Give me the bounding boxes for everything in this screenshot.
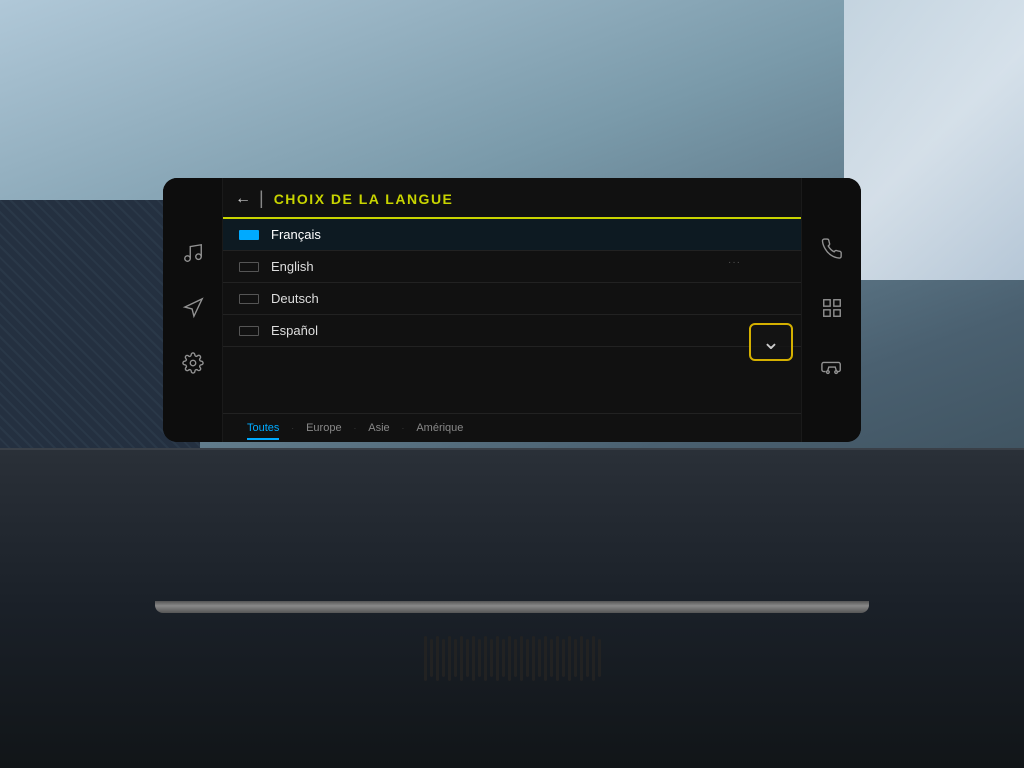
vent-bar [430, 639, 433, 677]
vent-bar [478, 639, 481, 677]
vent-bar [586, 639, 589, 677]
vent-bar [568, 636, 571, 681]
vent-bar [502, 639, 505, 677]
scroll-down-button[interactable]: ⌄ [749, 323, 793, 361]
navigation-icon[interactable] [182, 297, 204, 324]
scroll-dots: ··· [728, 257, 741, 268]
tab-separator: · [291, 424, 294, 433]
vent-bar [574, 639, 577, 677]
left-icons-panel [163, 178, 223, 442]
music-icon[interactable] [182, 242, 204, 269]
list-item[interactable]: English [223, 251, 801, 283]
vent-bar [532, 636, 535, 681]
phone-icon[interactable] [821, 238, 843, 265]
lang-label: English [271, 259, 785, 274]
vent-bar [598, 639, 601, 677]
vent-bar [442, 639, 445, 677]
lang-label: Français [271, 227, 785, 242]
vent-bar [490, 639, 493, 677]
vent-bar [520, 636, 523, 681]
tab-europe[interactable]: Europe [298, 420, 349, 436]
tab-asie[interactable]: Asie [360, 420, 397, 436]
header-bar: ← | CHOIX DE LA LANGUE [223, 178, 801, 219]
main-content: ← | CHOIX DE LA LANGUE ⌃ Français Englis… [223, 178, 801, 442]
lang-label: Español [271, 323, 785, 338]
vent-bar [544, 636, 547, 681]
vent-bar [484, 636, 487, 681]
vent-bar [550, 639, 553, 677]
scene: ← | CHOIX DE LA LANGUE ⌃ Français Englis… [0, 0, 1024, 768]
tab-amerique[interactable]: Amérique [408, 420, 471, 436]
lang-selected-indicator [239, 230, 259, 240]
tab-toutes[interactable]: Toutes [239, 420, 287, 436]
vent-bar [436, 636, 439, 681]
language-list: ⌃ Français English Deutsch Español [223, 219, 801, 413]
screen-frame: ← | CHOIX DE LA LANGUE ⌃ Français Englis… [163, 178, 861, 442]
page-title: CHOIX DE LA LANGUE [274, 191, 454, 207]
lang-unselected-indicator [239, 262, 259, 272]
header-divider: | [259, 188, 264, 209]
right-icons-panel [801, 178, 861, 442]
vent-bar [592, 636, 595, 681]
apps-icon[interactable] [821, 297, 843, 324]
bottom-tabs: Toutes · Europe · Asie · Amérique [223, 413, 801, 442]
lang-unselected-indicator [239, 294, 259, 304]
list-item[interactable]: Deutsch [223, 283, 801, 315]
lang-label: Deutsch [271, 291, 785, 306]
lang-unselected-indicator [239, 326, 259, 336]
list-item[interactable]: Français [223, 219, 801, 251]
vent-bar [448, 636, 451, 681]
vent-bar [556, 636, 559, 681]
vent-bar [538, 639, 541, 677]
bottom-vents [312, 628, 712, 688]
chevron-down-icon: ⌄ [762, 331, 780, 353]
car-icon[interactable] [821, 356, 843, 383]
right-window [844, 0, 1024, 280]
vent-bar [562, 639, 565, 677]
tab-separator: · [402, 424, 405, 433]
vent-bar [580, 636, 583, 681]
vent-bar [454, 639, 457, 677]
vent-bar [526, 639, 529, 677]
back-button[interactable]: ← [235, 190, 251, 208]
vent-bar [496, 636, 499, 681]
list-item[interactable]: Español [223, 315, 801, 347]
vent-bar [472, 636, 475, 681]
vent-bar [460, 636, 463, 681]
screen-bottom-trim [155, 601, 869, 613]
vent-bar [514, 639, 517, 677]
vent-bar [508, 636, 511, 681]
settings-icon[interactable] [182, 352, 204, 379]
vent-bar [424, 636, 427, 681]
vent-bar [466, 639, 469, 677]
tab-separator: · [354, 424, 357, 433]
